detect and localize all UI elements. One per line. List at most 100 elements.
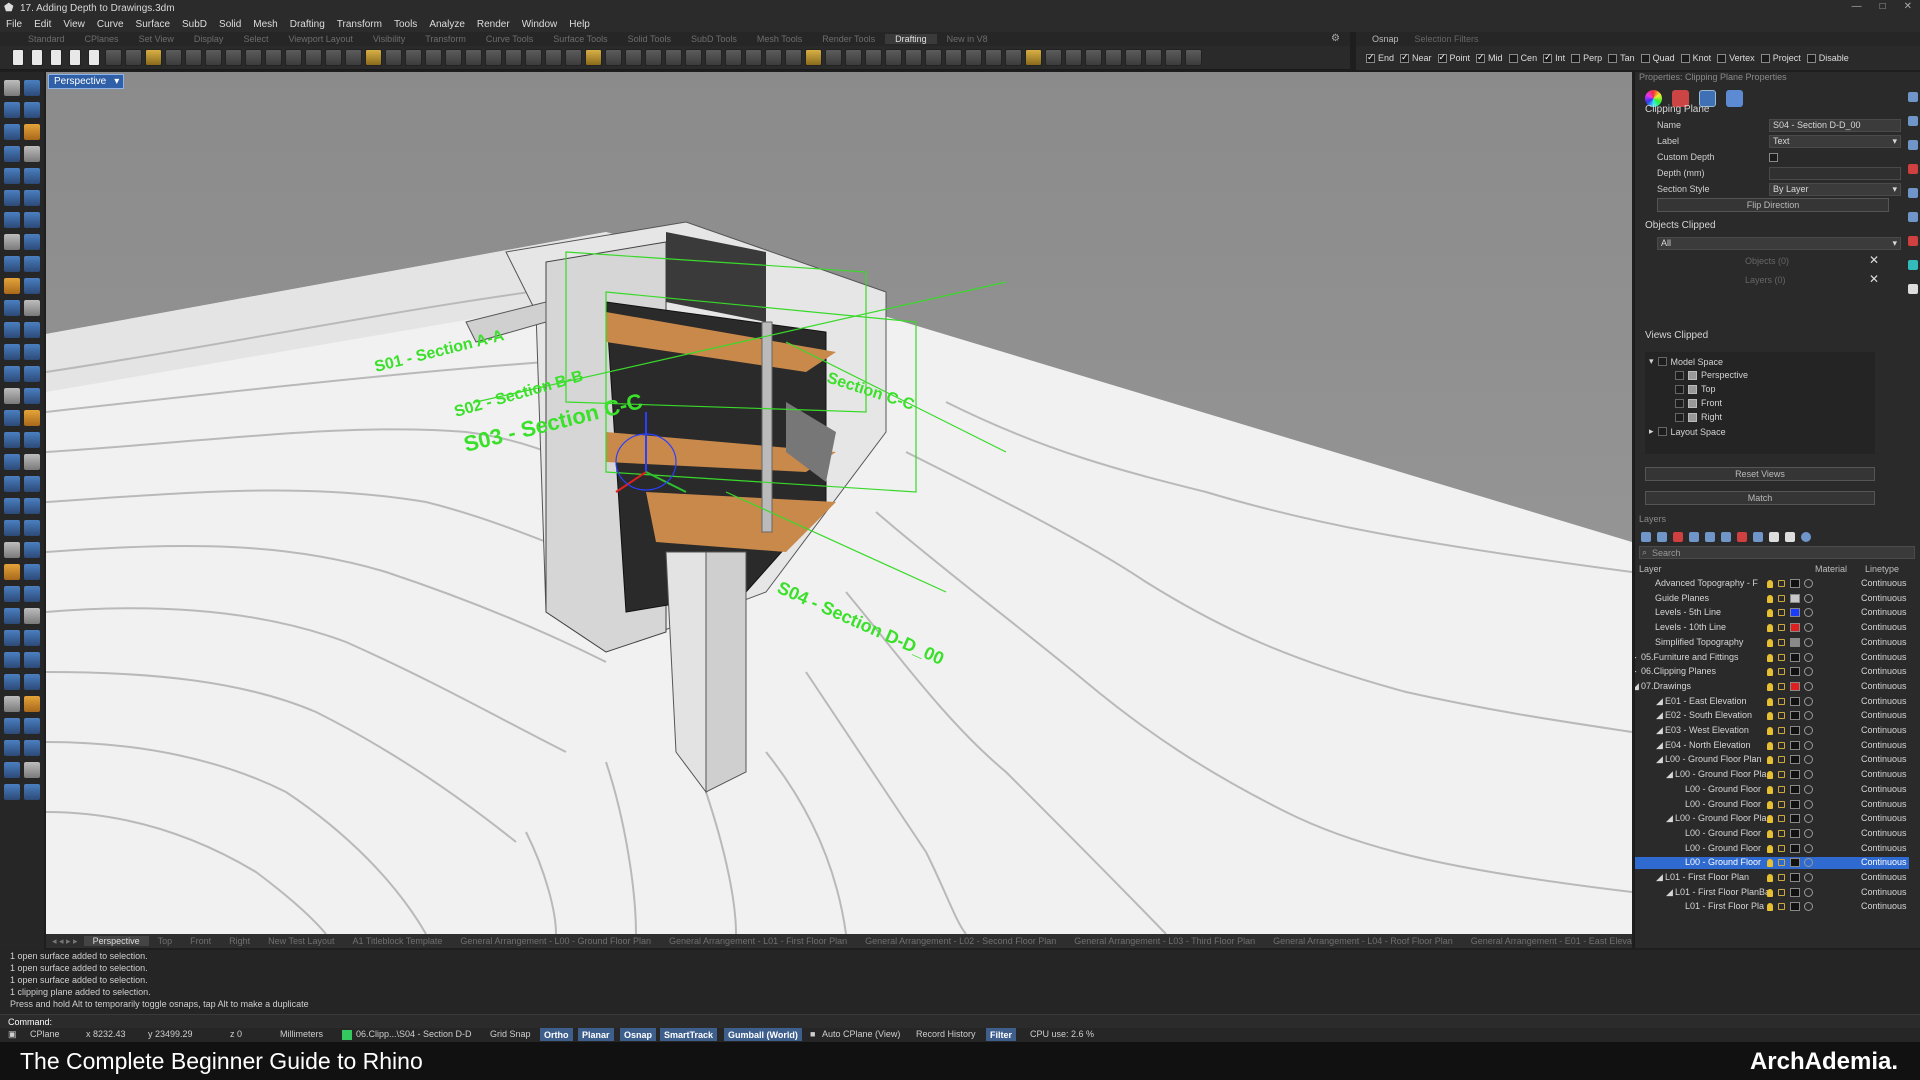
lock-icon[interactable] (1778, 609, 1785, 617)
menu-item-file[interactable]: File (6, 19, 22, 30)
layer-color-swatch[interactable] (1790, 902, 1800, 912)
toolbar-button-icon[interactable] (525, 49, 542, 66)
toolbar-button-icon[interactable] (465, 49, 482, 66)
tool-icon[interactable] (4, 190, 20, 206)
layer-color-swatch[interactable] (1790, 843, 1800, 853)
layer-linetype[interactable]: Continuous (1861, 828, 1907, 838)
layer-color-swatch[interactable] (1790, 696, 1800, 706)
layer-linetype[interactable]: Continuous (1861, 607, 1907, 617)
tool-icon[interactable] (24, 234, 40, 250)
tool-icon[interactable] (4, 168, 20, 184)
expand-icon[interactable]: ◢ (1666, 887, 1673, 898)
tool-icon[interactable] (4, 322, 20, 338)
named-views-icon[interactable] (1908, 212, 1918, 222)
osnap-checkbox[interactable] (1437, 52, 1447, 63)
layer-color-swatch[interactable] (1790, 740, 1800, 750)
lightbulb-icon[interactable] (1767, 756, 1773, 765)
layer-linetype[interactable]: Continuous (1861, 769, 1907, 779)
status-cplane[interactable]: CPlane (30, 1029, 60, 1039)
layer-linetype[interactable]: Continuous (1861, 799, 1907, 809)
osnap-checkbox[interactable] (1571, 53, 1581, 63)
lock-icon[interactable] (1778, 815, 1785, 823)
toolbar-button-icon[interactable] (145, 49, 162, 66)
close-icon[interactable]: ✕ (1869, 272, 1879, 286)
lock-icon[interactable] (1778, 580, 1785, 587)
tool-icon[interactable] (4, 586, 20, 602)
tool-icon[interactable] (4, 146, 20, 162)
col-layer[interactable]: Layer (1639, 564, 1662, 574)
layer-color-swatch[interactable] (1790, 799, 1800, 809)
depth-field[interactable] (1769, 166, 1901, 180)
object-icon[interactable] (1726, 90, 1743, 107)
layer-row[interactable]: ◢ E03 - West Elevation Continuous (1635, 725, 1909, 737)
tool-icon[interactable] (4, 784, 20, 800)
tool-icon[interactable] (4, 212, 20, 228)
lightbulb-icon[interactable] (1767, 594, 1773, 603)
viewport-tab[interactable]: General Arrangement - L04 - Roof Floor P… (1264, 936, 1462, 946)
filter-icon[interactable] (1753, 532, 1763, 542)
lightbulb-icon[interactable] (1767, 844, 1773, 853)
layer-row[interactable]: ◢ L01 - First Floor Plan Continuous (1635, 872, 1909, 884)
material-icon[interactable] (1804, 608, 1813, 618)
material-icon[interactable] (1804, 696, 1813, 706)
material-icon[interactable] (1804, 902, 1813, 912)
toolbar-button-icon[interactable] (12, 49, 24, 66)
tool-icon[interactable] (4, 256, 20, 272)
tab-cplanes[interactable]: CPlanes (75, 34, 129, 44)
tab-drafting[interactable]: Drafting (885, 34, 937, 44)
toolbar-button-icon[interactable] (905, 49, 922, 66)
layers-icon[interactable] (1908, 116, 1918, 126)
tool-icon[interactable] (24, 454, 40, 470)
toolbar-button-icon[interactable] (785, 49, 802, 66)
menu-item-render[interactable]: Render (477, 19, 510, 30)
lightbulb-icon[interactable] (1767, 682, 1773, 691)
tab-new-in-v8[interactable]: New in V8 (937, 34, 998, 44)
layer-row[interactable]: ◢ E04 - North Elevation Continuous (1635, 740, 1909, 752)
layer-linetype[interactable]: Continuous (1861, 887, 1907, 897)
tab-curve-tools[interactable]: Curve Tools (476, 34, 543, 44)
toolbar-button-icon[interactable] (31, 49, 43, 66)
osnap-cen[interactable]: Cen (1508, 53, 1537, 63)
tree-node-perspective[interactable]: Perspective (1675, 370, 1748, 380)
material-icon[interactable] (1804, 726, 1813, 735)
lock-icon[interactable] (1778, 859, 1785, 867)
tool-icon[interactable] (4, 630, 20, 646)
tool-icon[interactable] (24, 168, 40, 184)
toolbar-button-icon[interactable] (925, 49, 942, 66)
menu-item-help[interactable]: Help (569, 19, 590, 30)
tool-icon[interactable] (24, 146, 40, 162)
layer-linetype[interactable]: Continuous (1861, 593, 1907, 603)
expand-icon[interactable]: ◢ (1666, 813, 1673, 824)
status-auto-cplane[interactable]: Auto CPlane (View) (822, 1029, 900, 1039)
menu-item-subd[interactable]: SubD (182, 19, 207, 30)
viewport-tab[interactable]: General Arrangement - L00 - Ground Floor… (451, 936, 660, 946)
layer-row[interactable]: ◢ 07.Drawings Continuous (1635, 681, 1909, 693)
lightbulb-icon[interactable] (1767, 638, 1773, 647)
osnap-project[interactable]: Project (1760, 53, 1801, 63)
layer-search-input[interactable]: ⌕ Search (1639, 546, 1915, 559)
lock-icon[interactable] (1778, 638, 1785, 646)
viewport-title[interactable]: Perspective ▾ (48, 74, 125, 89)
toolbar-button-icon[interactable] (205, 49, 222, 66)
layer-linetype[interactable]: Continuous (1861, 681, 1907, 691)
layer-linetype[interactable]: Continuous (1861, 578, 1907, 588)
tool-icon[interactable] (24, 212, 40, 228)
col-material[interactable]: Material (1815, 564, 1847, 574)
lock-icon[interactable] (1778, 756, 1785, 764)
toolbar-button-icon[interactable] (165, 49, 182, 66)
lightbulb-icon[interactable] (1767, 829, 1773, 838)
layer-row[interactable]: ◢ L00 - Ground Floor Plan Continuous (1635, 754, 1909, 766)
menu-item-edit[interactable]: Edit (34, 19, 51, 30)
layer-row[interactable]: Levels - 10th Line Continuous (1635, 622, 1909, 634)
command-prompt[interactable]: Command: (0, 1014, 1920, 1028)
tool-icon[interactable] (24, 366, 40, 382)
toolbar-button-icon[interactable] (945, 49, 962, 66)
tool-icon[interactable] (4, 674, 20, 690)
material-icon[interactable] (1804, 770, 1813, 780)
tool-icon[interactable] (24, 476, 40, 492)
toolbar-button-icon[interactable] (985, 49, 1002, 66)
osnap-knot[interactable]: Knot (1680, 53, 1711, 63)
tool-icon[interactable] (4, 410, 20, 426)
layer-linetype[interactable]: Continuous (1861, 710, 1907, 720)
tool-icon[interactable] (24, 630, 40, 646)
